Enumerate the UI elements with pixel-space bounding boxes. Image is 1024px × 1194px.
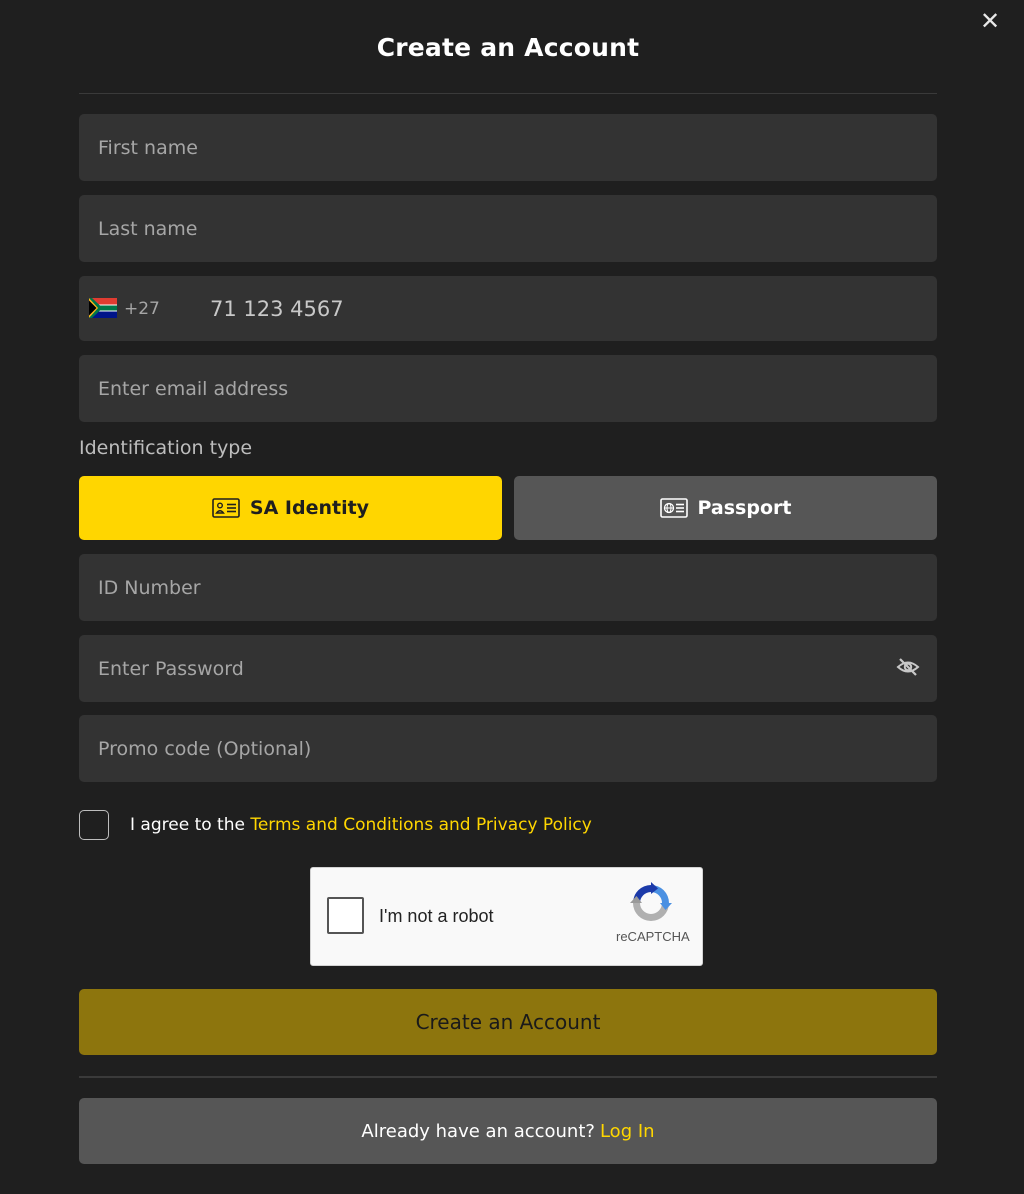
last-name-field[interactable] xyxy=(79,195,937,262)
create-account-button[interactable]: Create an Account xyxy=(79,989,937,1055)
email-input[interactable] xyxy=(79,355,937,422)
id-card-icon xyxy=(212,498,240,518)
identification-type-label: Identification type xyxy=(79,437,253,459)
footer-divider xyxy=(79,1076,937,1078)
passport-icon xyxy=(659,498,688,518)
recaptcha-label: I'm not a robot xyxy=(379,906,494,926)
id-number-input[interactable] xyxy=(79,554,937,621)
close-icon[interactable]: ✕ xyxy=(978,8,1002,34)
recaptcha-brand: reCAPTCHA xyxy=(616,929,690,944)
password-input[interactable] xyxy=(79,635,937,702)
eye-off-icon[interactable] xyxy=(896,655,920,679)
first-name-input[interactable] xyxy=(79,114,937,181)
login-link[interactable]: Log In xyxy=(600,1121,655,1142)
passport-label: Passport xyxy=(697,497,792,519)
login-prompt-text: Already have an account? xyxy=(361,1120,595,1142)
header-divider xyxy=(79,93,937,94)
recaptcha-logo-icon xyxy=(630,882,672,921)
terms-checkbox[interactable] xyxy=(79,810,109,840)
promo-code-input[interactable] xyxy=(79,715,937,782)
password-field[interactable] xyxy=(79,635,937,702)
promo-code-field[interactable] xyxy=(79,715,937,782)
terms-link[interactable]: Terms and Conditions and Privacy Policy xyxy=(250,815,591,835)
passport-button[interactable]: Passport xyxy=(514,476,937,540)
terms-agreement-text: I agree to the Terms and Conditions and … xyxy=(130,815,592,835)
id-number-field[interactable] xyxy=(79,554,937,621)
sa-identity-button[interactable]: SA Identity xyxy=(79,476,502,540)
login-prompt: Already have an account? Log In xyxy=(79,1098,937,1164)
email-field[interactable] xyxy=(79,355,937,422)
last-name-input[interactable] xyxy=(79,195,937,262)
terms-agreement-row: I agree to the Terms and Conditions and … xyxy=(79,809,592,841)
recaptcha-checkbox[interactable] xyxy=(327,897,364,934)
page-title: Create an Account xyxy=(376,33,640,62)
recaptcha-widget: I'm not a robot reCAPTCHA xyxy=(310,867,703,966)
terms-prefix: I agree to the xyxy=(130,815,251,835)
phone-input[interactable] xyxy=(79,276,937,341)
first-name-field[interactable] xyxy=(79,114,937,181)
sa-identity-label: SA Identity xyxy=(249,497,370,519)
phone-field[interactable]: +27 xyxy=(79,276,937,341)
